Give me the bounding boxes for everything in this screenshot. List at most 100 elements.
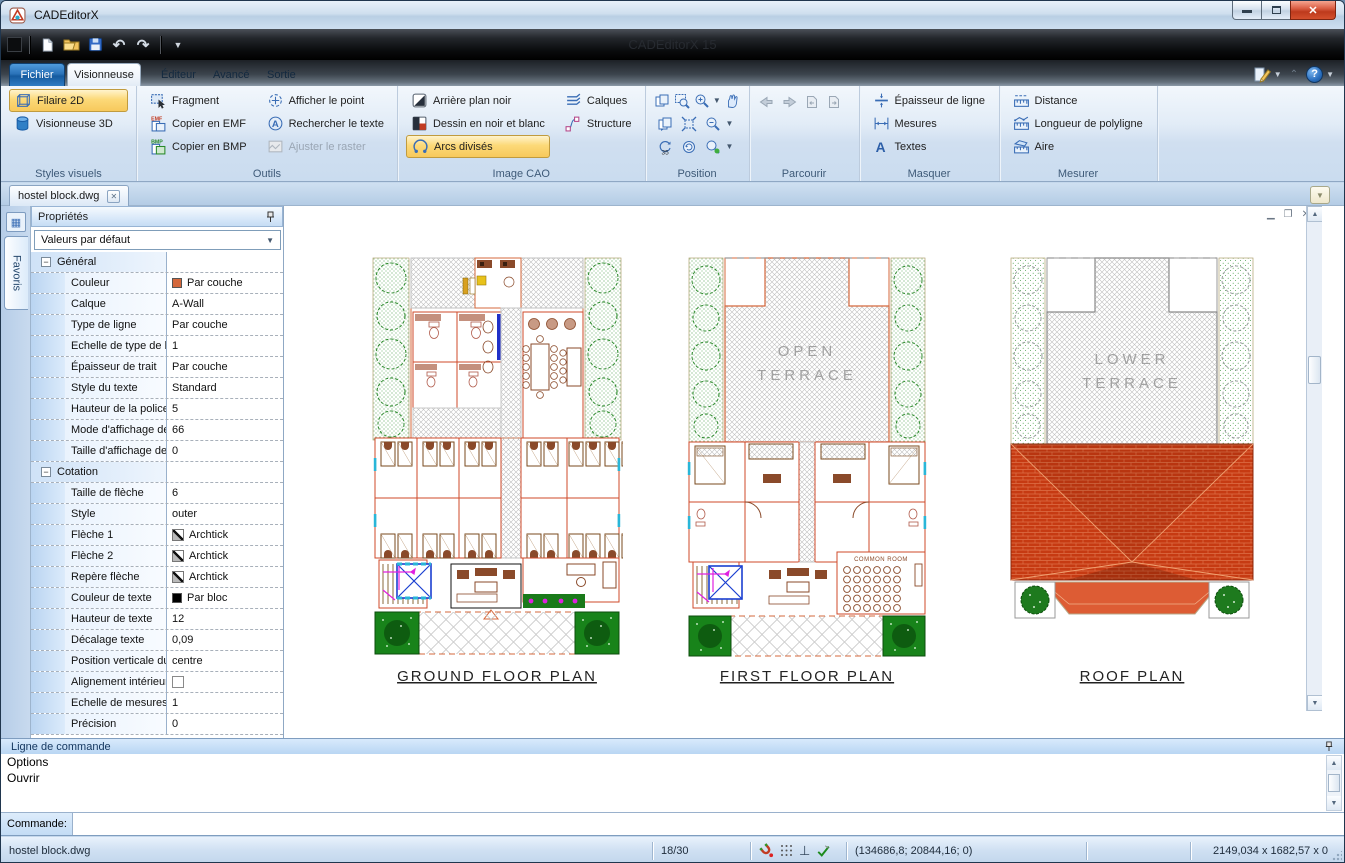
title-bar[interactable]: CADEditorX ▬ ✕	[1, 1, 1344, 29]
page-back-icon[interactable]	[804, 94, 820, 110]
chevron-down-icon[interactable]: ▼	[713, 96, 721, 105]
document-tab[interactable]: hostel block.dwg ✕	[9, 185, 130, 206]
property-value[interactable]: 5	[166, 399, 283, 419]
property-value[interactable]: 1	[166, 693, 283, 713]
scroll-thumb[interactable]	[1328, 774, 1340, 792]
zoom-previous-button[interactable]	[678, 136, 700, 157]
measure-polyline-button[interactable]: Longueur de polyligne	[1008, 112, 1149, 135]
command-scrollbar[interactable]: ▲ ▼	[1326, 755, 1342, 811]
chevron-down-icon[interactable]: ▼	[726, 119, 734, 128]
copy-emf-button[interactable]: EMF Copier en EMF	[145, 112, 252, 135]
copy-bmp-button[interactable]: BMP Copier en BMP	[145, 135, 252, 158]
tab-visionneuse[interactable]: Visionneuse	[67, 63, 141, 86]
save-button[interactable]	[84, 34, 106, 56]
qat-customize-button[interactable]: ▼	[167, 34, 189, 56]
show-point-button[interactable]: Afficher le point	[262, 89, 389, 112]
collapse-minus-icon[interactable]: −	[41, 467, 51, 477]
resize-grip[interactable]	[1332, 851, 1342, 861]
grid-icon[interactable]	[780, 844, 793, 857]
favorites-icon[interactable]: ▦	[6, 212, 26, 232]
hide-dimensions-button[interactable]: Mesures	[868, 112, 991, 135]
zoom-window-button[interactable]	[673, 90, 691, 111]
adjust-raster-button[interactable]: Ajuster le raster	[262, 135, 389, 158]
help-button[interactable]: ? ▼	[1306, 65, 1334, 83]
property-value[interactable]: Par couche	[166, 357, 283, 377]
pin-icon[interactable]	[265, 211, 276, 223]
property-value[interactable]: outer	[166, 504, 283, 524]
command-input[interactable]	[73, 813, 1344, 835]
property-value[interactable]: Par couche	[166, 273, 283, 293]
property-value[interactable]: 12	[166, 609, 283, 629]
rotate-view-button[interactable]: 35	[654, 136, 676, 157]
structure-button[interactable]: Structure	[560, 112, 637, 135]
scroll-up-arrow[interactable]: ▲	[1307, 206, 1322, 222]
find-text-button[interactable]: A Rechercher le texte	[262, 112, 389, 135]
maximize-button[interactable]	[1262, 1, 1290, 20]
property-group-row[interactable]: − Cotation	[31, 462, 283, 483]
property-value[interactable]: Archtick	[166, 525, 283, 545]
properties-header[interactable]: Propriétés	[31, 206, 283, 227]
property-value[interactable]: 0	[166, 714, 283, 734]
property-value[interactable]	[166, 672, 283, 692]
mdi-restore-icon[interactable]: ❐	[1284, 209, 1293, 220]
redo-button[interactable]: ↷	[132, 34, 154, 56]
property-value[interactable]: Archtick	[166, 546, 283, 566]
property-value[interactable]: 1	[166, 336, 283, 356]
mdi-minimize-icon[interactable]: ▁	[1267, 209, 1275, 220]
property-value[interactable]: 6	[166, 483, 283, 503]
zoom-extents-button[interactable]	[678, 113, 700, 134]
page-forward-icon[interactable]	[826, 94, 842, 110]
edit-mode-button[interactable]: ▼	[1253, 66, 1282, 83]
draw-check-icon[interactable]	[816, 844, 831, 858]
minimize-button[interactable]: ▬	[1232, 1, 1262, 20]
zoom-in-button[interactable]	[693, 90, 711, 111]
close-button[interactable]: ✕	[1290, 1, 1336, 20]
property-value[interactable]: 0	[166, 441, 283, 461]
pan-button[interactable]	[723, 90, 741, 111]
close-document-icon[interactable]: ✕	[107, 189, 121, 203]
tab-editeur[interactable]: Éditeur	[149, 63, 208, 86]
scroll-thumb[interactable]	[1308, 356, 1321, 384]
collapse-minus-icon[interactable]: −	[41, 257, 51, 267]
hide-texts-button[interactable]: A Textes	[868, 135, 991, 158]
open-file-button[interactable]	[60, 34, 82, 56]
property-value[interactable]: Archtick	[166, 567, 283, 587]
forward-arrow-icon[interactable]	[781, 94, 798, 110]
fragment-button[interactable]: Fragment	[145, 89, 252, 112]
measure-distance-button[interactable]: Distance	[1008, 89, 1149, 112]
tab-list-button[interactable]: ▼	[1310, 186, 1330, 204]
layers-button[interactable]: Calques	[560, 89, 637, 112]
zoom-out-button[interactable]	[702, 113, 724, 134]
property-value[interactable]: 0,09	[166, 630, 283, 650]
collapse-ribbon-icon[interactable]: ⌃	[1290, 69, 1298, 80]
checkbox[interactable]	[172, 676, 184, 688]
scroll-down-arrow[interactable]: ▼	[1327, 796, 1341, 810]
tab-fichier[interactable]: Fichier	[9, 63, 65, 86]
command-panel-header[interactable]: Ligne de commande	[1, 738, 1344, 754]
measure-area-button[interactable]: Aire	[1008, 135, 1149, 158]
back-arrow-icon[interactable]	[758, 94, 775, 110]
preset-dropdown[interactable]: Valeurs par défaut ▼	[34, 230, 281, 250]
property-value[interactable]: Par couche	[166, 315, 283, 335]
property-value[interactable]: Par bloc	[166, 588, 283, 608]
black-white-drawing-button[interactable]: Dessin en noir et blanc	[406, 112, 550, 135]
ortho-icon[interactable]: ⊥	[799, 843, 810, 859]
visionneuse-3d-button[interactable]: Visionneuse 3D	[9, 112, 128, 135]
drawing-canvas[interactable]: ▁ ❐ ✕	[285, 206, 1322, 711]
filaire-2d-button[interactable]: Filaire 2D	[9, 89, 128, 112]
divided-arcs-button[interactable]: Arcs divisés	[405, 135, 550, 158]
tab-avance[interactable]: Avancé	[201, 63, 262, 86]
zoom-selected-button[interactable]	[702, 136, 724, 157]
scroll-down-arrow[interactable]: ▼	[1307, 695, 1322, 711]
pin-icon[interactable]	[1324, 741, 1334, 752]
property-group-row[interactable]: − Général	[31, 252, 283, 273]
black-background-button[interactable]: Arrière plan noir	[406, 89, 550, 112]
property-value[interactable]: Standard	[166, 378, 283, 398]
undo-button[interactable]: ↶	[108, 34, 130, 56]
snap-magnet-icon[interactable]	[759, 843, 774, 858]
scroll-up-arrow[interactable]: ▲	[1327, 756, 1341, 770]
new-document-button[interactable]	[36, 34, 58, 56]
favorites-tab[interactable]: Favoris	[4, 236, 28, 310]
app-menu-button[interactable]	[7, 37, 22, 52]
tab-sortie[interactable]: Sortie	[255, 63, 308, 86]
